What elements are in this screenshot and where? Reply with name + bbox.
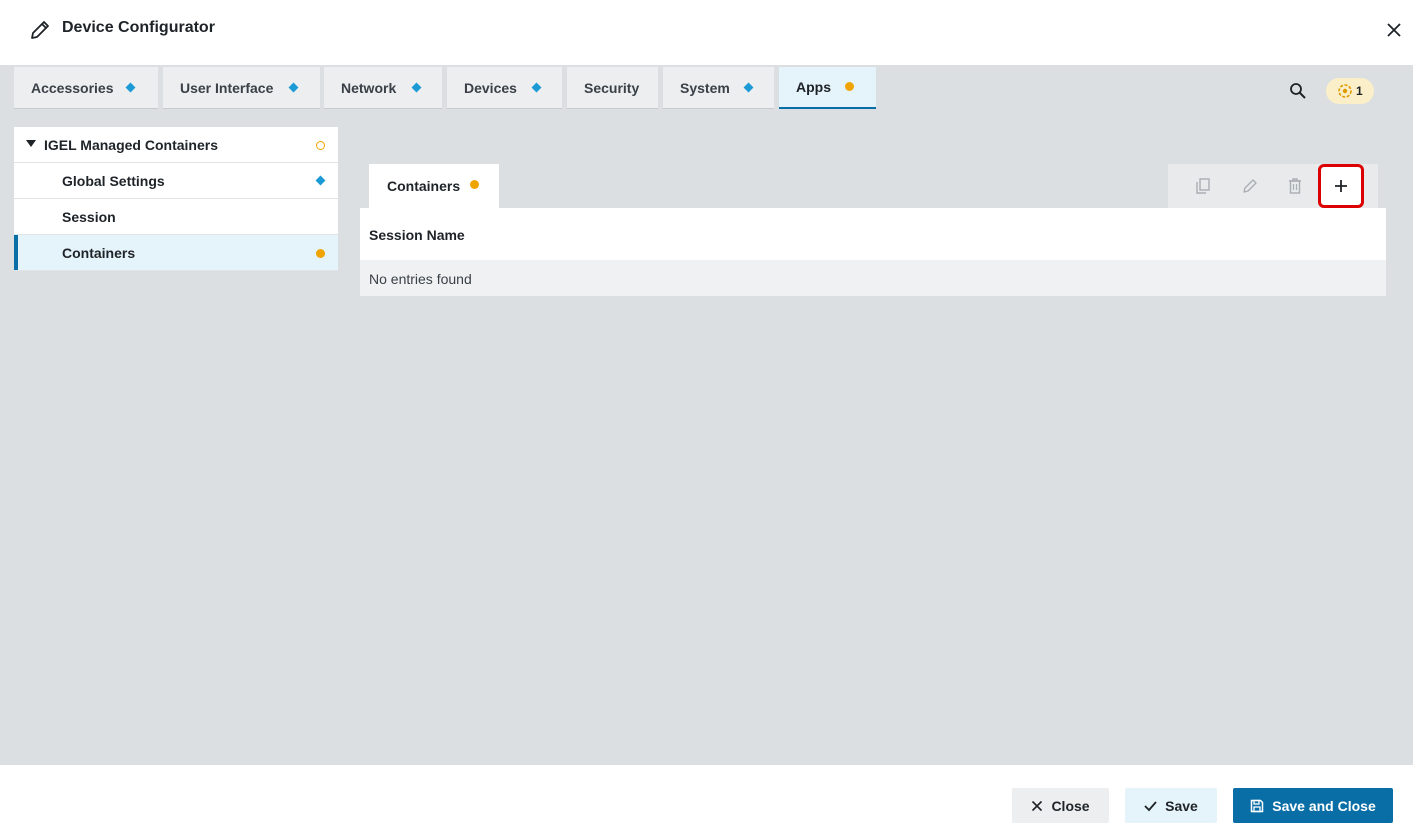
- add-button[interactable]: [1318, 164, 1364, 208]
- tab-label: User Interface: [180, 79, 274, 96]
- partial-ring-icon: [316, 141, 325, 150]
- save-button-label: Save: [1165, 797, 1198, 814]
- caret-down-icon[interactable]: [26, 140, 36, 147]
- column-header-session-name[interactable]: Session Name: [369, 227, 465, 243]
- check-icon: [1144, 800, 1157, 811]
- close-button[interactable]: Close: [1012, 788, 1109, 823]
- table-empty-row: No entries found: [360, 260, 1386, 296]
- config-tree: IGEL Managed Containers Global Settings …: [14, 127, 338, 271]
- tree-item-label: Containers: [62, 245, 136, 261]
- dialog-header: Device Configurator: [0, 0, 1413, 65]
- changed-diamond-icon: [125, 82, 136, 93]
- unsaved-dot-icon: [470, 180, 479, 189]
- copy-icon: [1196, 178, 1210, 194]
- tab-devices[interactable]: Devices: [447, 67, 562, 109]
- add-icon: [1335, 180, 1347, 192]
- changed-diamond-icon: [288, 82, 299, 93]
- gear-eye-icon: [1338, 84, 1352, 98]
- tab-label: System: [680, 79, 730, 96]
- delete-icon: [1289, 178, 1301, 194]
- table-toolbar: [1168, 164, 1378, 208]
- empty-message: No entries found: [369, 271, 472, 287]
- save-button[interactable]: Save: [1125, 788, 1217, 823]
- main-area: Accessories User Interface Network Devic…: [0, 65, 1413, 765]
- tab-label: Network: [341, 79, 397, 96]
- tab-label: Accessories: [31, 79, 114, 96]
- edit-icon: [1243, 179, 1257, 193]
- notification-badge[interactable]: 1: [1326, 78, 1374, 104]
- tree-item-containers[interactable]: Containers: [14, 235, 338, 271]
- tab-security[interactable]: Security: [567, 67, 658, 109]
- tree-item-session[interactable]: Session: [14, 199, 338, 235]
- panel-tab-label: Containers: [387, 178, 461, 194]
- changed-diamond-icon: [743, 82, 754, 93]
- changed-diamond-icon: [411, 82, 422, 93]
- edit-button[interactable]: [1237, 173, 1263, 199]
- changed-diamond-icon: [531, 82, 542, 93]
- close-button-label: Close: [1051, 797, 1090, 814]
- tab-user-interface[interactable]: User Interface: [163, 67, 320, 109]
- tab-label: Devices: [464, 79, 517, 96]
- close-icon[interactable]: [1383, 19, 1405, 41]
- close-icon: [1032, 800, 1043, 811]
- tab-containers[interactable]: Containers: [369, 164, 499, 208]
- pencil-icon: [31, 21, 49, 39]
- search-icon[interactable]: [1288, 81, 1308, 101]
- unsaved-dot-icon: [845, 82, 854, 91]
- floppy-disk-icon: [1251, 799, 1264, 812]
- dialog-title: Device Configurator: [62, 19, 215, 36]
- table-header: Session Name: [360, 208, 1386, 260]
- tree-item-igel-managed-containers[interactable]: IGEL Managed Containers: [14, 127, 338, 163]
- containers-table: Session Name No entries found: [360, 208, 1386, 296]
- save-and-close-button-label: Save and Close: [1272, 797, 1376, 814]
- tab-network[interactable]: Network: [324, 67, 442, 109]
- dialog-footer: Close Save Save and Close: [0, 765, 1413, 838]
- tab-label: Apps: [796, 79, 831, 95]
- tree-item-global-settings[interactable]: Global Settings: [14, 163, 338, 199]
- unsaved-dot-icon: [316, 249, 325, 258]
- tab-label: Security: [584, 79, 640, 96]
- tab-apps[interactable]: Apps: [779, 67, 876, 109]
- tab-accessories[interactable]: Accessories: [14, 67, 158, 109]
- tree-item-label: Global Settings: [62, 173, 165, 189]
- changed-diamond-icon: [315, 175, 326, 186]
- copy-button[interactable]: [1190, 173, 1216, 199]
- save-and-close-button[interactable]: Save and Close: [1233, 788, 1393, 823]
- tree-item-label: Session: [62, 209, 116, 225]
- tab-system[interactable]: System: [663, 67, 774, 109]
- delete-button[interactable]: [1282, 173, 1308, 199]
- notification-count: 1: [1356, 84, 1363, 98]
- tree-item-label: IGEL Managed Containers: [44, 137, 218, 153]
